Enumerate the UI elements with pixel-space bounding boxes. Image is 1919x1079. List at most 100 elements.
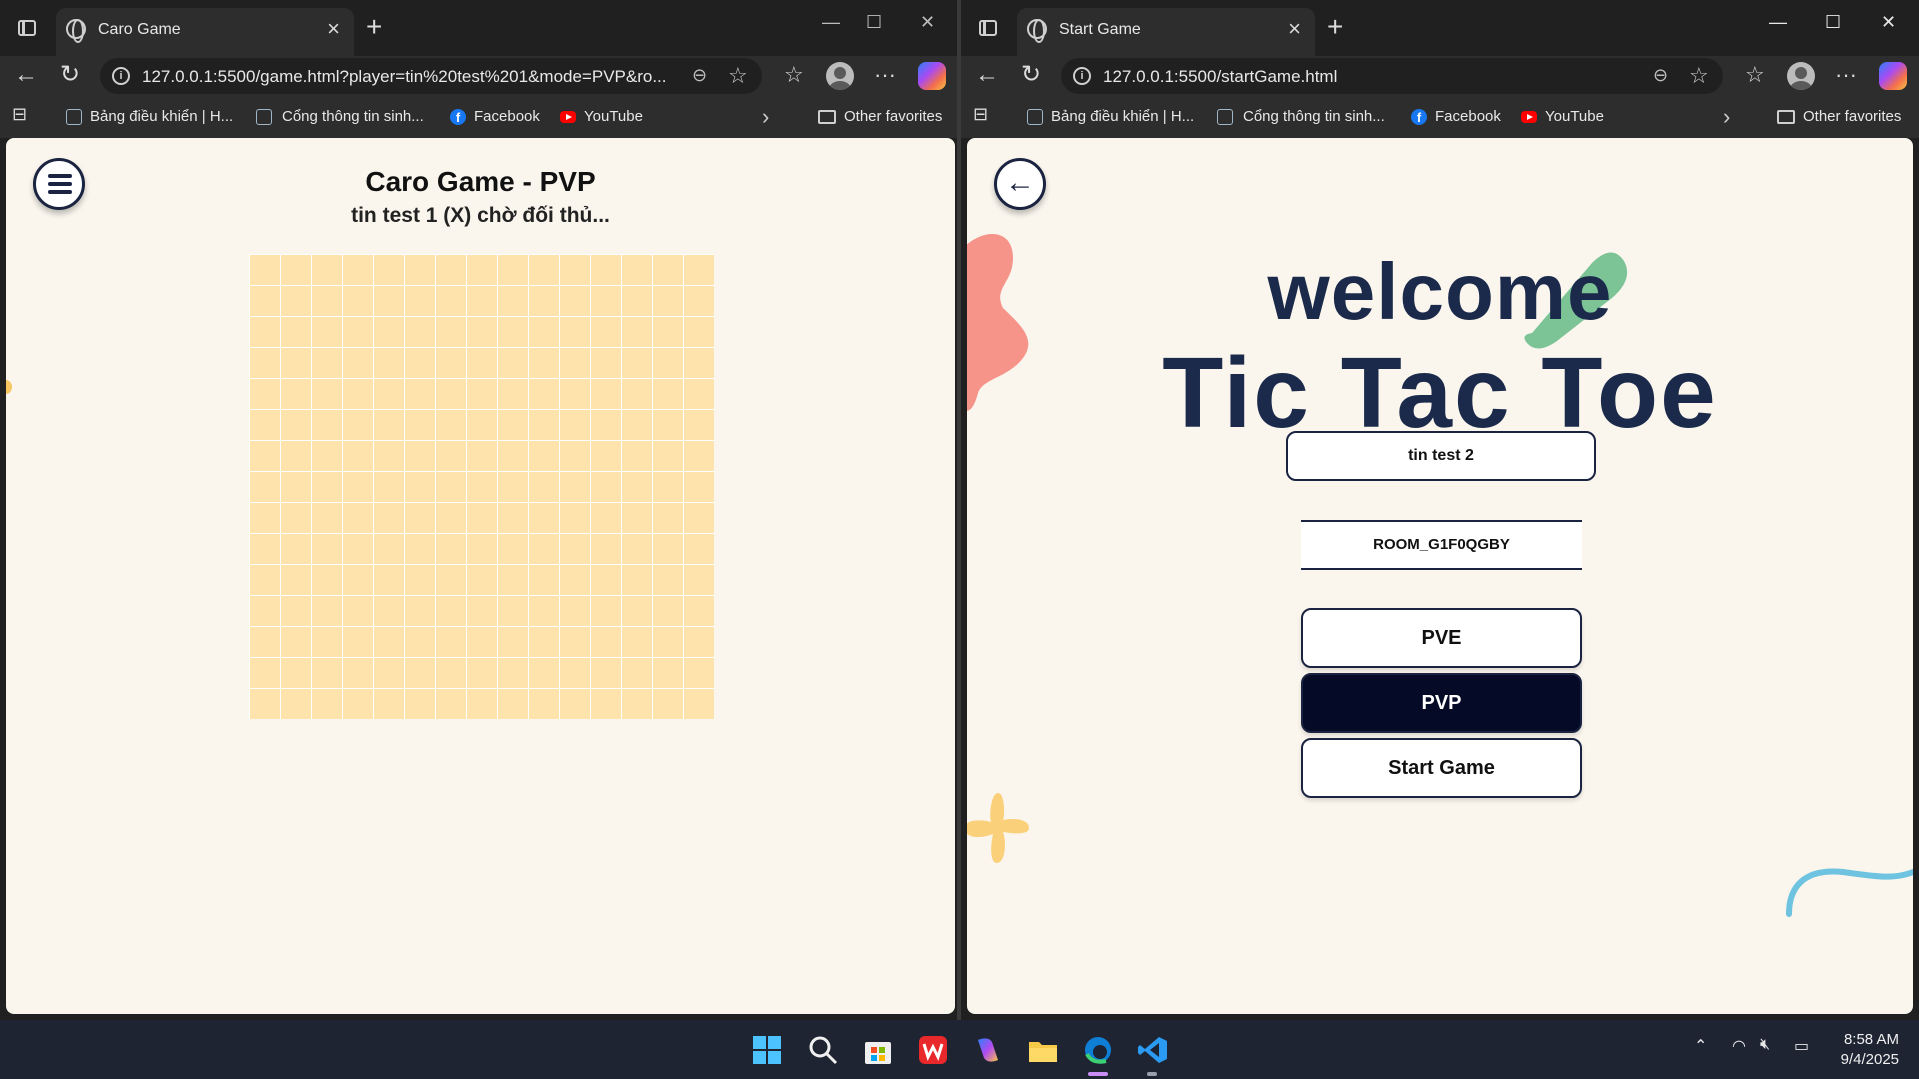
bookmark-item[interactable]: Cổng thông tin sinh... (282, 108, 424, 125)
chevron-up-icon[interactable]: ⌃ (1694, 1036, 1707, 1056)
search-icon[interactable] (807, 1034, 839, 1066)
tab-caro-game[interactable]: Caro Game × (56, 8, 354, 56)
facebook-icon: f (450, 109, 466, 125)
info-icon[interactable]: i (1073, 67, 1091, 85)
bookmark-item[interactable]: Facebook (474, 108, 540, 125)
folder-icon (1777, 110, 1795, 124)
collections-icon[interactable]: ⊟ (973, 104, 988, 125)
tab-title: Caro Game (98, 21, 181, 38)
minimize-icon[interactable]: — (1769, 12, 1787, 33)
bookmark-item[interactable]: YouTube (1545, 108, 1604, 125)
wps-office-icon[interactable] (917, 1034, 949, 1066)
copilot-icon[interactable] (918, 62, 946, 90)
speaker-muted-icon[interactable]: 🔇︎ (1760, 1036, 1770, 1054)
favorite-star-icon[interactable]: ☆ (1689, 63, 1709, 89)
toolbar: ← ↻ i 127.0.0.1:5500/startGame.html ⊖ ☆ … (961, 56, 1919, 96)
close-tab-icon[interactable]: × (327, 18, 340, 40)
more-icon[interactable]: ··· (1835, 62, 1857, 88)
close-window-icon[interactable]: ✕ (920, 12, 935, 33)
new-tab-icon[interactable]: + (1327, 13, 1343, 41)
time: 8:58 AM (1843, 1031, 1899, 1048)
active-app-indicator (1088, 1072, 1108, 1076)
address-bar[interactable]: i 127.0.0.1:5500/game.html?player=tin%20… (100, 58, 762, 94)
game-board[interactable] (249, 254, 714, 719)
globe-icon (1027, 19, 1047, 43)
bookmarks-bar: ⊟ Bảng điều khiển | H... Cổng thông tin … (961, 96, 1919, 138)
back-icon[interactable]: ← (971, 60, 1003, 92)
collections-icon[interactable]: ⊟ (12, 104, 27, 125)
bookmark-item[interactable]: YouTube (584, 108, 643, 125)
address-bar[interactable]: i 127.0.0.1:5500/startGame.html ⊖ ☆ (1061, 58, 1723, 94)
toolbar: ← ↻ i 127.0.0.1:5500/game.html?player=ti… (0, 56, 957, 96)
bookmarks-bar: ⊟ Bảng điều khiển | H... Cổng thông tin … (0, 96, 957, 138)
store-icon[interactable] (862, 1034, 894, 1066)
bookmark-item[interactable]: Cổng thông tin sinh... (1243, 108, 1385, 125)
maximize-icon[interactable]: ☐ (866, 12, 882, 33)
room-id-input[interactable]: ROOM_G1F0QGBY (1301, 520, 1582, 570)
more-icon[interactable]: ··· (874, 62, 896, 88)
back-button[interactable]: ← (994, 158, 1046, 210)
bookmark-item[interactable]: Facebook (1435, 108, 1501, 125)
tab-strip: Start Game × + — ☐ ✕ (961, 0, 1919, 56)
zoom-icon[interactable]: ⊖ (692, 65, 707, 86)
decorative-shape (6, 380, 12, 394)
other-favorites[interactable]: Other favorites (844, 108, 942, 125)
battery-icon[interactable]: ▭ (1794, 1036, 1809, 1056)
right-browser-window: Start Game × + — ☐ ✕ ← ↻ i 127.0.0.1:550… (961, 0, 1919, 1020)
decorative-star (967, 793, 1029, 863)
profile-avatar[interactable] (1787, 62, 1815, 90)
bookmark-item[interactable]: Bảng điều khiển | H... (90, 108, 233, 125)
page-viewport: ← welcome Tic Tac Toe tin test 2 ROOM_G1… (967, 138, 1913, 1014)
chevron-right-icon[interactable]: › (762, 104, 769, 130)
tab-actions-icon[interactable] (973, 14, 1001, 42)
wifi-icon[interactable]: ◠ (1732, 1036, 1746, 1056)
youtube-icon (560, 111, 576, 123)
info-icon[interactable]: i (112, 67, 130, 85)
favorites-icon[interactable]: ☆ (784, 62, 804, 88)
clock[interactable]: 8:58 AM 9/4/2025 (1841, 1030, 1899, 1070)
new-tab-icon[interactable]: + (366, 13, 382, 41)
other-favorites[interactable]: Other favorites (1803, 108, 1901, 125)
site-icon (1217, 109, 1233, 125)
back-icon[interactable]: ← (10, 60, 42, 92)
zoom-icon[interactable]: ⊖ (1653, 65, 1668, 86)
edge-icon[interactable] (1082, 1034, 1114, 1066)
vscode-icon[interactable] (1137, 1034, 1169, 1066)
taskbar: ⌃ ◠ 🔇︎ ▭ 8:58 AM 9/4/2025 (0, 1020, 1919, 1079)
welcome-heading: welcome (1267, 247, 1613, 336)
minimize-icon[interactable]: — (822, 12, 840, 33)
close-tab-icon[interactable]: × (1288, 18, 1301, 40)
tab-actions-icon[interactable] (12, 14, 40, 42)
page-title: Caro Game - PVP (365, 166, 596, 197)
url-text: 127.0.0.1:5500/startGame.html (1103, 67, 1338, 86)
site-icon (66, 109, 82, 125)
windows-start-icon[interactable] (751, 1034, 783, 1066)
tab-strip: Caro Game × + — ☐ ✕ (0, 0, 957, 56)
game-status: tin test 1 (X) chờ đối thủ... (351, 204, 610, 227)
start-game-button[interactable]: Start Game (1301, 738, 1582, 798)
close-window-icon[interactable]: ✕ (1881, 12, 1896, 33)
player-name-input[interactable]: tin test 2 (1286, 431, 1596, 481)
maximize-icon[interactable]: ☐ (1825, 12, 1841, 33)
facebook-icon: f (1411, 109, 1427, 125)
date: 9/4/2025 (1840, 1051, 1899, 1068)
profile-avatar[interactable] (826, 62, 854, 90)
favorites-icon[interactable]: ☆ (1745, 62, 1765, 88)
bookmark-item[interactable]: Bảng điều khiển | H... (1051, 108, 1194, 125)
folder-icon (818, 110, 836, 124)
refresh-icon[interactable]: ↻ (54, 60, 86, 92)
tab-start-game[interactable]: Start Game × (1017, 8, 1315, 56)
file-explorer-icon[interactable] (1027, 1034, 1059, 1066)
tab-title: Start Game (1059, 21, 1141, 38)
pvp-button[interactable]: PVP (1301, 673, 1582, 733)
favorite-star-icon[interactable]: ☆ (728, 63, 748, 89)
site-icon (256, 109, 272, 125)
copilot-icon[interactable] (1879, 62, 1907, 90)
globe-icon (66, 19, 86, 43)
chevron-right-icon[interactable]: › (1723, 104, 1730, 130)
site-icon (1027, 109, 1043, 125)
pve-button[interactable]: PVE (1301, 608, 1582, 668)
refresh-icon[interactable]: ↻ (1015, 60, 1047, 92)
copilot-app-icon[interactable] (972, 1034, 1004, 1066)
youtube-icon (1521, 111, 1537, 123)
